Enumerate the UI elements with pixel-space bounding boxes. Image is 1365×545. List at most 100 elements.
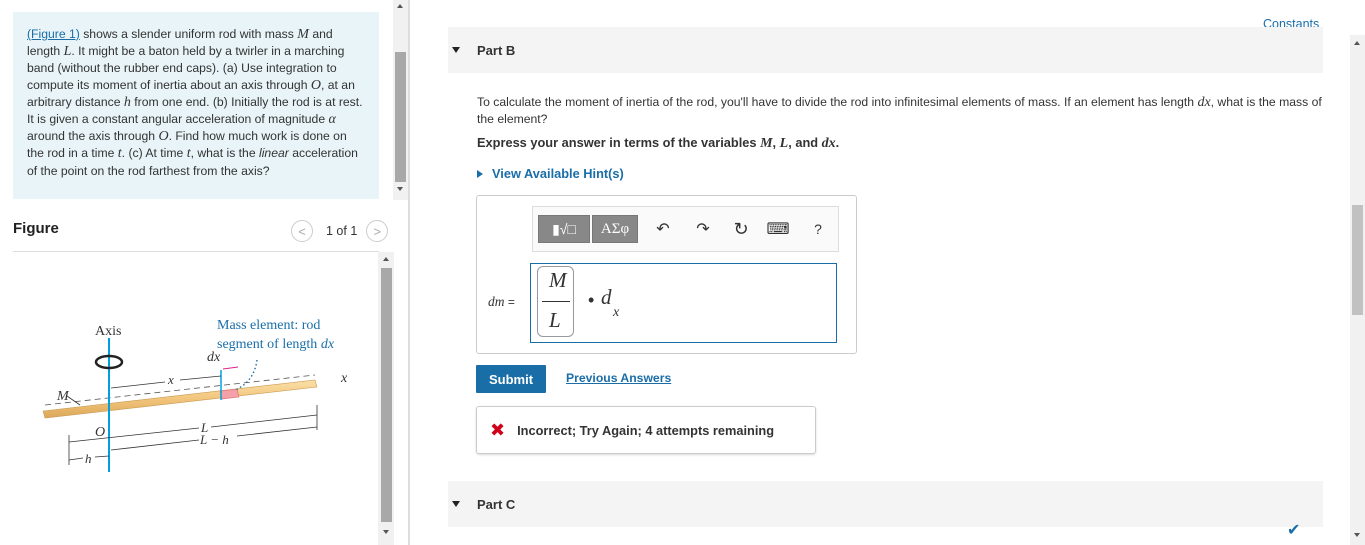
problem-text: shows a slender uniform rod with mass <box>79 27 298 41</box>
feedback-text: Incorrect; Try Again; 4 attempts remaini… <box>517 422 775 438</box>
instruction-text: . <box>835 135 840 150</box>
var-alpha: α <box>328 112 336 128</box>
dx-arrow <box>222 366 239 370</box>
chevron-right-icon: > <box>373 223 382 239</box>
scroll-up-icon[interactable] <box>1354 41 1360 45</box>
expand-triangle-icon <box>477 169 483 178</box>
var-dx: dx <box>821 136 836 151</box>
answer-label: dm = <box>488 294 515 310</box>
hint-label: View Available Hint(s) <box>492 166 624 181</box>
equals-sign: = <box>504 295 515 309</box>
x-arrow <box>179 375 222 381</box>
dx-label: dx <box>207 350 221 365</box>
chevron-left-icon: < <box>298 223 306 239</box>
L-minus-h-label: L − h <box>199 432 229 447</box>
collapse-triangle-icon[interactable] <box>452 47 460 53</box>
mass-element-label-text: segment of length <box>217 337 321 352</box>
collapse-triangle-icon[interactable] <box>452 501 460 507</box>
h-label: h <box>85 451 92 466</box>
scrollbar-thumb[interactable] <box>381 268 392 522</box>
pointer-line <box>234 359 258 391</box>
submit-button[interactable]: Submit <box>476 365 546 393</box>
answer-d: d <box>601 285 612 309</box>
help-icon[interactable]: ? <box>806 215 830 243</box>
h-dimension <box>68 457 84 461</box>
checkmark-icon: ✔ <box>1287 522 1301 539</box>
mass-element-label-2: segment of length dx <box>217 337 335 352</box>
question-text: To calculate the moment of inertia of th… <box>477 95 1198 109</box>
M-label: M <box>56 389 70 404</box>
problem-statement: (Figure 1) shows a slender uniform rod w… <box>13 12 379 199</box>
scroll-up-icon[interactable] <box>397 4 403 8</box>
answer-subscript-x: x <box>613 305 620 320</box>
previous-answers-link[interactable]: Previous Answers <box>566 371 671 385</box>
mass-element <box>219 388 240 400</box>
instruction-text: , and <box>788 135 822 150</box>
fraction-numerator[interactable]: M <box>549 268 567 293</box>
templates-button[interactable]: ▮√□ <box>538 215 590 243</box>
answer-input[interactable] <box>530 263 837 343</box>
problem-text: , what is the <box>190 146 259 161</box>
var-h: h <box>123 94 131 110</box>
x-label: x <box>167 372 174 387</box>
figure-pager: < 1 of 1 > <box>291 220 389 242</box>
dm-var: dm <box>488 294 505 309</box>
next-figure-button[interactable]: > <box>366 220 389 242</box>
var-M: M <box>297 27 309 42</box>
part-b-header[interactable]: Part B <box>448 27 1323 73</box>
mass-element-dx: dx <box>321 337 335 352</box>
figure-page-indicator: 1 of 1 <box>326 224 358 238</box>
var-O: O <box>310 77 321 93</box>
prev-figure-button[interactable]: < <box>291 220 313 242</box>
express-instruction: Express your answer in terms of the vari… <box>477 135 839 152</box>
scroll-down-icon[interactable] <box>1354 533 1360 537</box>
main-scrollbar[interactable] <box>1350 35 1365 545</box>
part-b-question: To calculate the moment of inertia of th… <box>477 94 1327 127</box>
math-toolbar: ▮√□ ΑΣφ ↶ ↷ ↻ ⌨ ? <box>532 206 839 252</box>
problem-scrollbar[interactable] <box>393 0 408 200</box>
var-M: M <box>760 136 773 151</box>
figure-link[interactable]: (Figure 1) <box>27 27 80 41</box>
fraction-denominator[interactable]: L <box>549 308 561 333</box>
scrollbar-thumb[interactable] <box>1352 205 1363 315</box>
greek-symbols-button[interactable]: ΑΣφ <box>592 215 638 243</box>
scroll-down-icon[interactable] <box>382 530 389 534</box>
problem-text: around the axis through <box>27 129 159 144</box>
keyboard-icon[interactable]: ⌨ <box>766 215 790 243</box>
axis-label: Axis <box>95 324 121 339</box>
scrollbar-thumb[interactable] <box>395 52 406 182</box>
reset-icon[interactable]: ↻ <box>729 215 753 243</box>
problem-text: . It might be a baton held by a twirler … <box>27 44 345 92</box>
multiply-dot: • <box>588 290 595 310</box>
instruction-text: Express your answer in terms of the vari… <box>477 135 761 150</box>
error-x-icon: ✖ <box>490 419 506 440</box>
view-hints-link[interactable]: View Available Hint(s) <box>477 166 624 181</box>
figure-scrollbar[interactable] <box>378 252 394 545</box>
undo-icon[interactable]: ↶ <box>651 215 675 243</box>
mass-element-label: Mass element: rod <box>217 318 320 333</box>
scroll-down-icon[interactable] <box>397 187 403 191</box>
part-c-header[interactable]: Part C <box>448 481 1323 527</box>
panel-divider[interactable] <box>408 0 410 545</box>
var-O: O <box>158 129 169 145</box>
h-dimension <box>94 455 110 458</box>
O-label: O <box>95 425 105 440</box>
feedback-message: ✖ Incorrect; Try Again; 4 attempts remai… <box>476 406 816 454</box>
part-c-label: Part C <box>477 496 516 512</box>
figure-title: Figure <box>13 220 59 237</box>
rod <box>42 379 318 419</box>
x-axis-label: x <box>340 371 348 386</box>
scroll-up-icon[interactable] <box>382 257 389 261</box>
L-h-dimension <box>236 426 318 437</box>
rod-figure: Axis Mass element: rod segment of length… <box>42 318 348 472</box>
redo-icon[interactable]: ↷ <box>691 215 715 243</box>
emphasis-linear: linear <box>259 146 289 161</box>
figure-divider <box>13 251 379 252</box>
fraction-bar <box>542 301 570 302</box>
x-arrow <box>110 381 166 389</box>
instruction-text: , <box>772 135 780 150</box>
var-L: L <box>779 136 789 151</box>
var-dx: dx <box>1197 95 1211 110</box>
problem-text: . (c) At time <box>121 146 187 161</box>
part-b-label: Part B <box>477 42 516 58</box>
